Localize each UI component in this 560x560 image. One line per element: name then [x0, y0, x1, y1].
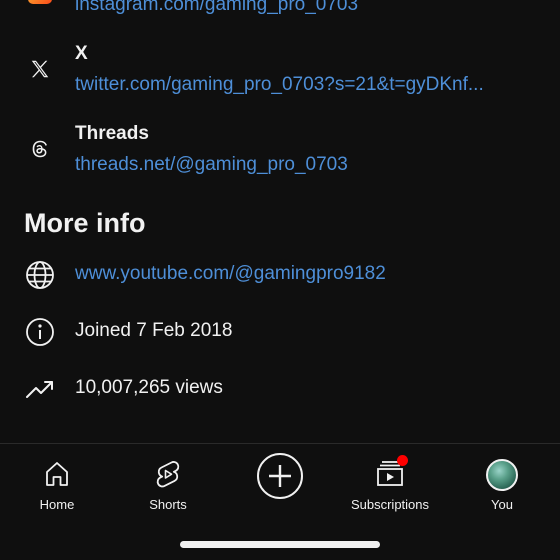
shorts-icon — [156, 461, 180, 488]
joined-date: Joined 7 Feb 2018 — [75, 320, 233, 341]
threads-icon — [26, 135, 54, 163]
nav-subscriptions[interactable]: Subscriptions — [334, 452, 446, 512]
trending-icon — [26, 381, 53, 398]
link-x[interactable]: X twitter.com/gaming_pro_0703?s=21&t=gyD… — [0, 40, 560, 100]
home-icon — [46, 462, 68, 486]
link-title: Threads — [75, 123, 149, 144]
nav-shorts[interactable]: Shorts — [112, 452, 224, 512]
nav-you[interactable]: You — [446, 452, 558, 512]
nav-you-label: You — [491, 497, 513, 512]
nav-shorts-label: Shorts — [149, 497, 187, 512]
link-url[interactable]: threads.net/@gaming_pro_0703 — [75, 154, 348, 176]
more-info-title: More info — [24, 208, 146, 238]
avatar — [486, 459, 518, 491]
home-indicator — [180, 541, 380, 548]
views-row: 10,007,265 views — [0, 371, 560, 407]
link-title: X — [75, 43, 88, 64]
website-link[interactable]: www.youtube.com/@gamingpro9182 — [75, 263, 386, 285]
nav-home-label: Home — [39, 497, 75, 512]
nav-create[interactable] — [224, 452, 336, 512]
link-instagram[interactable]: instagram.com/gaming_pro_0703 — [0, 0, 560, 20]
notification-dot — [397, 455, 408, 466]
globe-icon — [26, 261, 54, 289]
create-icon — [257, 453, 303, 499]
nav-subscriptions-label: Subscriptions — [350, 497, 430, 512]
joined-row: Joined 7 Feb 2018 — [0, 314, 560, 350]
nav-home[interactable]: Home — [1, 452, 113, 512]
x-icon — [26, 55, 54, 83]
website-row[interactable]: www.youtube.com/@gamingpro9182 — [0, 257, 560, 293]
link-url[interactable]: instagram.com/gaming_pro_0703 — [75, 0, 358, 16]
info-icon — [26, 318, 54, 346]
view-count: 10,007,265 views — [75, 377, 223, 398]
link-threads[interactable]: Threads threads.net/@gaming_pro_0703 — [0, 120, 560, 180]
link-url[interactable]: twitter.com/gaming_pro_0703?s=21&t=gyDKn… — [75, 74, 484, 96]
instagram-icon — [28, 0, 52, 4]
